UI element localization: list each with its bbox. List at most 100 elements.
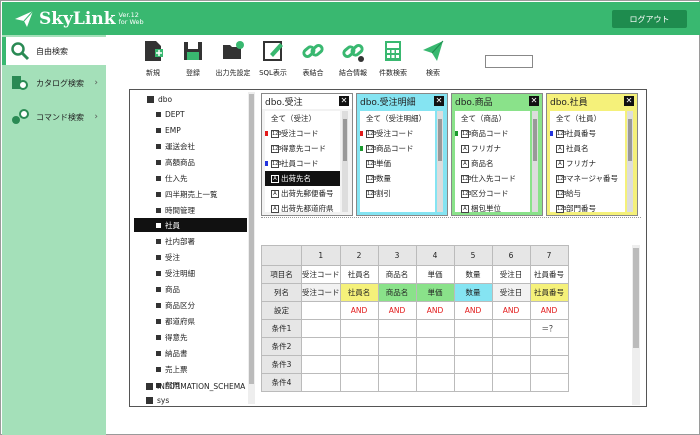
grid-cell[interactable]	[415, 355, 455, 374]
tree-item[interactable]: 得意先	[156, 330, 188, 344]
scrollbar-thumb[interactable]	[343, 119, 347, 161]
grid-cell[interactable]	[377, 319, 417, 338]
output-settings-button[interactable]: 出力先設定	[216, 39, 251, 87]
grid-cell[interactable]: 商品名	[377, 283, 417, 302]
search-button[interactable]: 検索	[417, 39, 449, 87]
card-row-all[interactable]: 全て（受注）	[265, 111, 340, 126]
tree-item[interactable]: 四半期売上一覧	[156, 187, 218, 201]
tree-item[interactable]: DEPT	[156, 107, 185, 121]
table-join-button[interactable]: 表結合	[297, 39, 329, 87]
tree-item[interactable]: 都道府県	[156, 314, 195, 328]
table-card-orders[interactable]: dbo.受注 ✕ 全て（受注） 123 受注コード 123 得意先コード 123 社員…	[261, 93, 353, 216]
grid-cell[interactable]	[529, 373, 569, 392]
expand-icon[interactable]	[146, 382, 153, 390]
table-card-order-details[interactable]: dbo.受注明細 ✕ 全て（受注明細） 123 受注コード 123 商品コード 12…	[356, 93, 448, 216]
tree-item[interactable]: 受注	[156, 250, 180, 264]
card-row-all[interactable]: 全て（商品）	[455, 111, 530, 126]
grid-cell[interactable]: 数量	[453, 283, 493, 302]
grid-cell[interactable]: AND	[491, 301, 531, 320]
close-icon[interactable]: ✕	[529, 96, 539, 106]
column-number[interactable]: 7	[529, 245, 569, 266]
count-search-button[interactable]: 件数検索	[377, 39, 409, 87]
card-row[interactable]: 123 割引	[360, 186, 435, 201]
tree-item[interactable]: 時間管理	[156, 203, 195, 217]
grid-cell[interactable]: 数量	[453, 265, 493, 284]
grid-cell[interactable]	[415, 373, 455, 392]
card-row[interactable]: 123 単価	[360, 156, 435, 171]
grid-cell[interactable]: 単価	[415, 265, 455, 284]
grid-cell[interactable]	[377, 355, 417, 374]
card-row[interactable]: A 社員名	[550, 141, 625, 156]
new-button[interactable]: 新規	[137, 39, 169, 87]
grid-cell[interactable]	[453, 355, 493, 374]
grid-cell[interactable]	[339, 337, 379, 356]
card-scrollbar[interactable]	[437, 111, 443, 212]
pane-splitter[interactable]	[261, 217, 641, 220]
grid-cell[interactable]: 社員番号	[529, 283, 569, 302]
column-number[interactable]: 5	[453, 245, 493, 266]
grid-cell[interactable]	[453, 337, 493, 356]
search-input[interactable]	[485, 55, 533, 68]
grid-cell[interactable]: 受注日	[491, 265, 531, 284]
card-row[interactable]: 123 マネージャ番号	[550, 171, 625, 186]
card-row[interactable]: A フリガナ	[550, 156, 625, 171]
grid-cell[interactable]	[301, 373, 341, 392]
grid-cell[interactable]	[339, 319, 379, 338]
close-icon[interactable]: ✕	[339, 96, 349, 106]
tree-item[interactable]: EMP	[156, 123, 181, 137]
close-icon[interactable]: ✕	[624, 96, 634, 106]
card-row[interactable]: A 出荷先郵便番号	[265, 186, 340, 201]
grid-cell[interactable]	[491, 319, 531, 338]
card-row[interactable]: 123 商品コード	[360, 141, 435, 156]
grid-cell[interactable]: 受注コード	[301, 265, 341, 284]
card-row[interactable]: 123 区分コード	[455, 186, 530, 201]
tree-root-information-schema[interactable]: INFORMATION_SCHEMA	[146, 379, 245, 393]
card-row[interactable]: 123 受注コード	[360, 126, 435, 141]
grid-scrollbar[interactable]	[632, 245, 640, 405]
register-button[interactable]: 登録	[177, 39, 209, 87]
tree-item[interactable]: 商品	[156, 282, 180, 296]
tree-item[interactable]: 運送会社	[156, 139, 195, 153]
card-row[interactable]: 123 社員コード	[265, 156, 340, 171]
scrollbar-thumb[interactable]	[533, 119, 537, 161]
join-info-button[interactable]: 結合情報	[337, 39, 369, 87]
grid-cell[interactable]	[529, 355, 569, 374]
grid-cell[interactable]	[377, 373, 417, 392]
card-row-all[interactable]: 全て（社員）	[550, 111, 625, 126]
card-row[interactable]: 123 得意先コード	[265, 141, 340, 156]
tree-item-selected[interactable]: 社員	[134, 218, 247, 232]
column-number[interactable]: 6	[491, 245, 531, 266]
grid-cell[interactable]: AND	[453, 301, 493, 320]
card-row[interactable]: 123 数量	[360, 171, 435, 186]
logout-button[interactable]: ログアウト	[612, 10, 687, 28]
tree-scrollbar[interactable]	[248, 92, 255, 404]
column-number[interactable]: 2	[339, 245, 379, 266]
grid-cell[interactable]: AND	[377, 301, 417, 320]
table-card-products[interactable]: dbo.商品 ✕ 全て（商品） 123 商品コード A フリガナ A 商品名 123 仕…	[451, 93, 543, 216]
grid-cell[interactable]	[491, 355, 531, 374]
column-number[interactable]: 1	[301, 245, 341, 266]
scrollbar-thumb[interactable]	[438, 119, 442, 161]
tree-item[interactable]: 仕入先	[156, 171, 188, 185]
scrollbar-thumb[interactable]	[249, 94, 254, 384]
card-row-all[interactable]: 全て（受注明細）	[360, 111, 435, 126]
grid-cell[interactable]	[301, 319, 341, 338]
sql-view-button[interactable]: SQL表示	[257, 39, 289, 87]
card-row-selected[interactable]: A 出荷先名	[265, 171, 340, 186]
tree-item[interactable]: 受注明細	[156, 266, 195, 280]
card-row[interactable]: A 出荷先都道府県	[265, 201, 340, 216]
grid-cell[interactable]: 社員名	[339, 265, 379, 284]
grid-cell[interactable]	[301, 301, 341, 320]
tree-root-sys[interactable]: sys	[146, 393, 169, 407]
scrollbar-thumb[interactable]	[628, 119, 632, 161]
close-icon[interactable]: ✕	[434, 96, 444, 106]
tree-item[interactable]: 社内部署	[156, 234, 195, 248]
collapse-icon[interactable]	[147, 95, 154, 103]
grid-cell[interactable]: 社員番号	[529, 265, 569, 284]
card-scrollbar[interactable]	[342, 111, 348, 212]
grid-cell[interactable]: 単価	[415, 283, 455, 302]
sidebar-item-free-search[interactable]: 自由検索	[2, 37, 106, 65]
grid-cell[interactable]	[453, 373, 493, 392]
card-scrollbar[interactable]	[532, 111, 538, 212]
card-row[interactable]: A フリガナ	[455, 141, 530, 156]
